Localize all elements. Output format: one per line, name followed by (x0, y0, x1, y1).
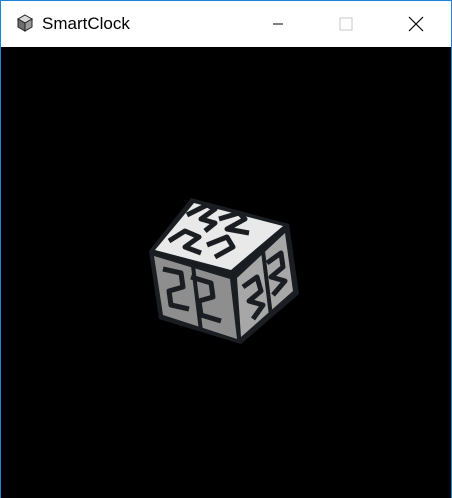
minimize-icon (273, 23, 283, 25)
clock-cube (149, 198, 299, 344)
window-title: SmartClock (42, 14, 130, 33)
close-icon (408, 16, 424, 32)
clock-canvas[interactable] (1, 47, 451, 498)
maximize-icon (339, 17, 353, 31)
minimize-button[interactable] (255, 1, 301, 47)
cube-icon (16, 14, 34, 32)
maximize-button[interactable] (323, 1, 369, 47)
close-button[interactable] (393, 1, 439, 47)
app-window: SmartClock (0, 0, 452, 498)
title-bar[interactable]: SmartClock (1, 1, 451, 47)
